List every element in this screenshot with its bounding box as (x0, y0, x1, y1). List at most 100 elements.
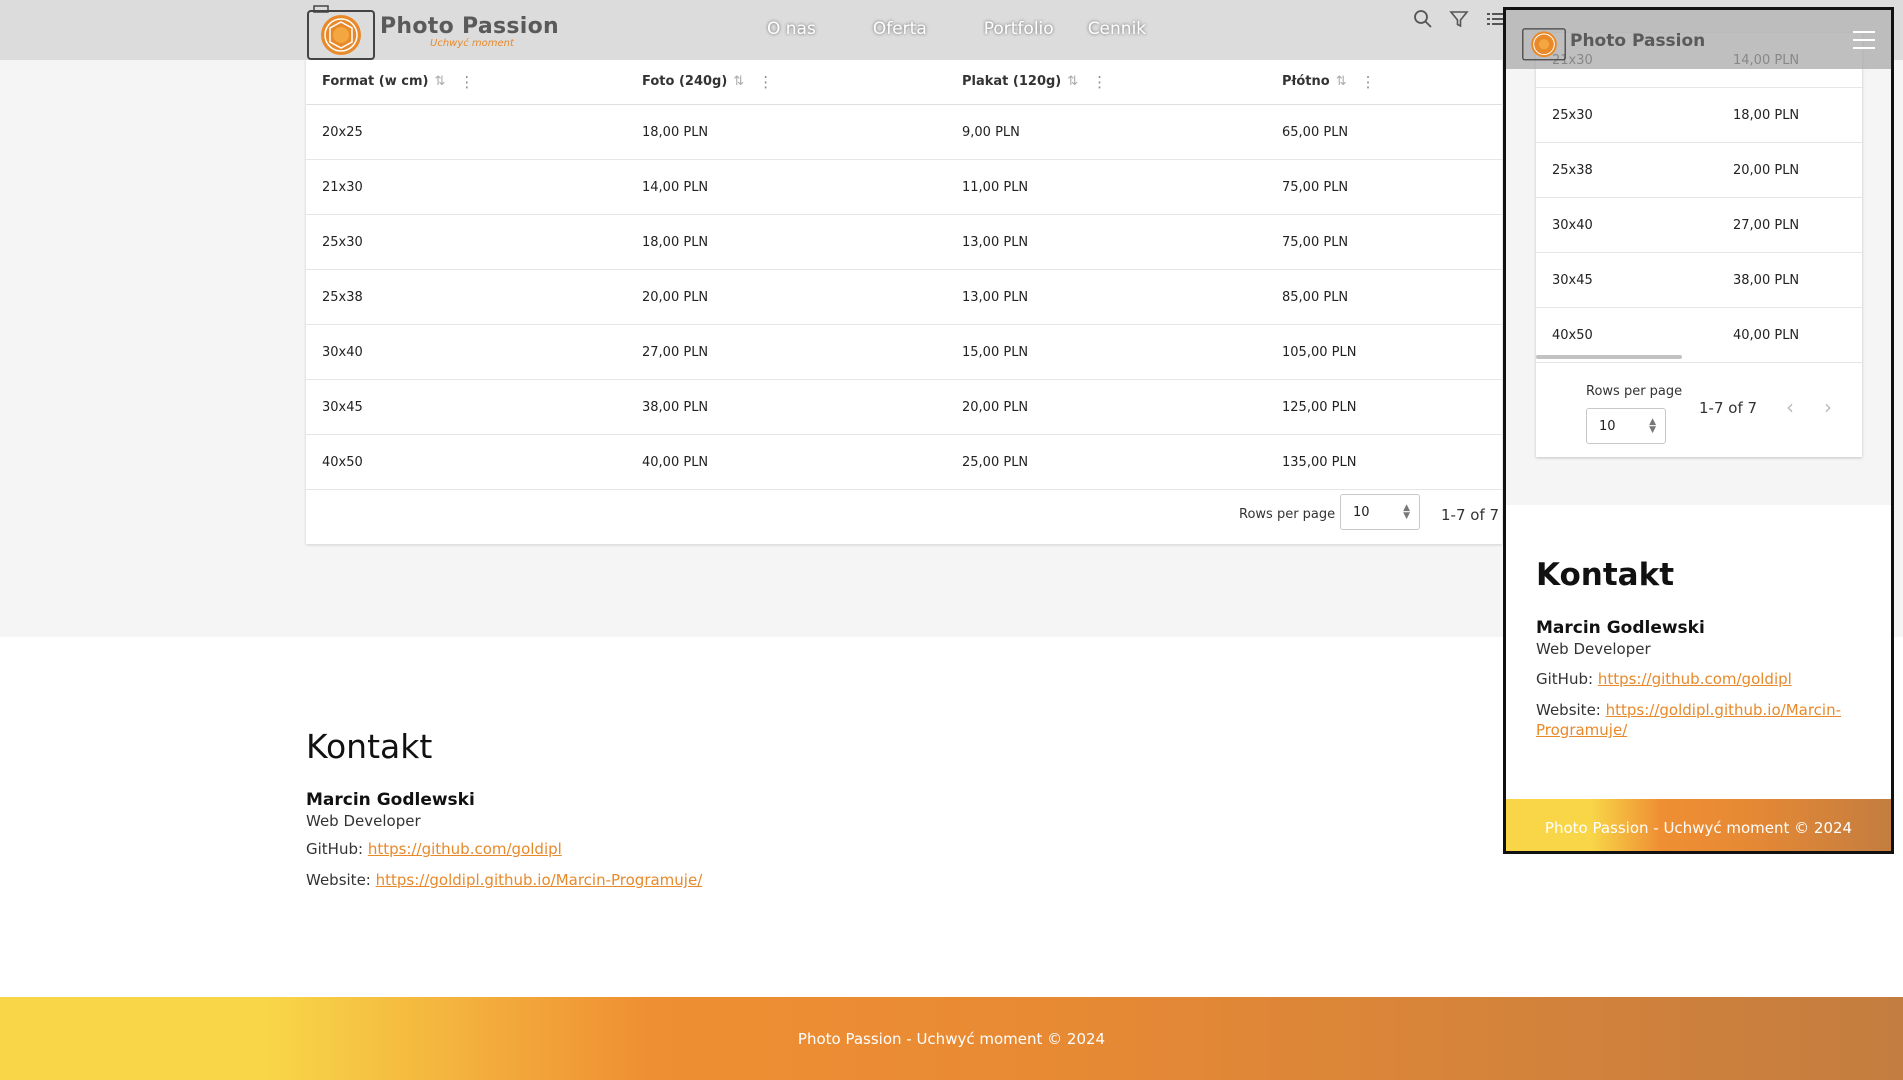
rows-per-page-select[interactable]: 10 ▲ ▼ (1586, 408, 1666, 444)
cell-plotno: 135,00 PLN (1282, 455, 1357, 470)
github-label: GitHub: (306, 840, 364, 858)
cell-plotno: 75,00 PLN (1282, 235, 1349, 250)
cell-format: 25x30 (322, 235, 363, 250)
cell-plotno: 65,00 PLN (1282, 125, 1349, 140)
rows-per-page-select[interactable]: 10 ▲ ▼ (1340, 494, 1420, 530)
cell-foto: 40,00 PLN (642, 455, 709, 470)
column-label: Foto (240g) (642, 74, 728, 89)
website-link[interactable]: https://goldipl.github.io/Marcin- (1606, 701, 1841, 719)
cell-plakat: 13,00 PLN (962, 235, 1029, 250)
table-toolbar (1412, 8, 1506, 30)
cell-format: 30x45 (1552, 273, 1593, 288)
website-link[interactable]: https://goldipl.github.io/Marcin-Program… (376, 871, 703, 889)
main-nav: O nas Oferta Portfolio Cennik (767, 19, 1146, 39)
table-row[interactable]: 20x25 18,00 PLN 9,00 PLN 65,00 PLN (306, 105, 1502, 160)
cell-foto: 40,00 PLN (1733, 328, 1800, 343)
github-link[interactable]: https://github.com/goldipl (368, 840, 562, 858)
nav-link-portfolio[interactable]: Portfolio (984, 19, 1054, 39)
table-row[interactable]: 30x45 38,00 PLN 20,00 PLN 125,00 PLN (306, 380, 1502, 435)
cell-foto: 38,00 PLN (1733, 273, 1800, 288)
nav-link-o-nas[interactable]: O nas (767, 19, 816, 39)
contact-website: Website: https://goldipl.github.io/Marci… (306, 871, 702, 889)
cell-format: 30x40 (1552, 218, 1593, 233)
table-header: Format (w cm) ⇅ ⋮ Foto (240g) ⇅ ⋮ Plakat… (306, 58, 1502, 105)
cell-format: 40x50 (322, 455, 363, 470)
column-menu-icon[interactable]: ⋮ (1361, 73, 1376, 91)
contact-role: Web Developer (306, 812, 421, 830)
cell-format: 25x38 (1552, 163, 1593, 178)
mobile-preview: 21x30 14,00 PLN 25x30 18,00 PLN 25x38 20… (1503, 7, 1894, 854)
brand-title: Photo Passion (1570, 31, 1706, 51)
column-label: Format (w cm) (322, 74, 429, 89)
price-table: Format (w cm) ⇅ ⋮ Foto (240g) ⇅ ⋮ Plakat… (306, 58, 1502, 544)
nav-link-cennik[interactable]: Cennik (1088, 19, 1146, 39)
website-label: Website: (306, 871, 371, 889)
hamburger-menu-icon[interactable] (1853, 31, 1875, 55)
horizontal-scrollbar[interactable] (1536, 355, 1682, 359)
sort-icon[interactable]: ⇅ (1336, 74, 1347, 89)
cell-foto: 20,00 PLN (1733, 163, 1800, 178)
contact-title: Kontakt (1536, 557, 1675, 593)
cell-foto: 14,00 PLN (642, 180, 709, 195)
page-info: 1-7 of 7 (1699, 399, 1758, 417)
search-icon[interactable] (1412, 8, 1434, 30)
table-row[interactable]: 40x50 40,00 PLN 25,00 PLN 135,00 PLN (306, 435, 1502, 490)
table-row[interactable]: 30x40 27,00 PLN (1536, 198, 1862, 253)
mobile-footer: Photo Passion - Uchwyć moment © 2024 (1506, 799, 1891, 851)
cell-foto: 18,00 PLN (642, 235, 709, 250)
table-row[interactable]: 25x38 20,00 PLN (1536, 143, 1862, 198)
rows-per-page-label: Rows per page (1586, 384, 1683, 399)
website-link-continued[interactable]: Programuje/ (1536, 721, 1627, 739)
column-menu-icon[interactable]: ⋮ (758, 73, 773, 91)
nav-link-oferta[interactable]: Oferta (873, 19, 927, 39)
chevron-left-icon[interactable]: ‹ (1786, 395, 1794, 419)
sort-icon[interactable]: ⇅ (434, 74, 445, 89)
github-label: GitHub: (1536, 670, 1594, 688)
table-row[interactable]: 21x30 14,00 PLN 11,00 PLN 75,00 PLN (306, 160, 1502, 215)
table-row[interactable]: 25x30 18,00 PLN 13,00 PLN 75,00 PLN (306, 215, 1502, 270)
logo[interactable]: Photo Passion (1520, 25, 1705, 61)
rows-per-page-label: Rows per page (1239, 507, 1336, 522)
footer-text: Photo Passion - Uchwyć moment © 2024 (1544, 819, 1853, 837)
cell-plakat: 11,00 PLN (962, 180, 1029, 195)
contact-name: Marcin Godlewski (1536, 618, 1705, 638)
cell-format: 30x40 (322, 345, 363, 360)
select-arrows-icon: ▲ ▼ (1649, 417, 1656, 435)
column-label: Plakat (120g) (962, 74, 1062, 89)
contact-title: Kontakt (306, 727, 433, 766)
footer-text: Photo Passion - Uchwyć moment © 2024 (797, 1029, 1106, 1048)
filter-icon[interactable] (1448, 8, 1470, 30)
cell-foto: 38,00 PLN (642, 400, 709, 415)
cell-plakat: 25,00 PLN (962, 455, 1029, 470)
column-header-foto[interactable]: Foto (240g) ⇅ ⋮ (642, 58, 773, 105)
camera-logo-icon (1522, 28, 1566, 61)
cell-plotno: 125,00 PLN (1282, 400, 1357, 415)
cell-foto: 27,00 PLN (1733, 218, 1800, 233)
cell-foto: 18,00 PLN (1733, 108, 1800, 123)
mobile-contact-section: Kontakt Marcin Godlewski Web Developer G… (1506, 505, 1891, 799)
mobile-price-table: 21x30 14,00 PLN 25x30 18,00 PLN 25x38 20… (1536, 33, 1862, 457)
cell-format: 25x38 (322, 290, 363, 305)
table-row[interactable]: 30x45 38,00 PLN (1536, 253, 1862, 308)
cell-format: 21x30 (322, 180, 363, 195)
column-menu-icon[interactable]: ⋮ (459, 73, 474, 91)
cell-foto: 20,00 PLN (642, 290, 709, 305)
cell-foto: 18,00 PLN (642, 125, 709, 140)
table-row[interactable]: 25x30 18,00 PLN (1536, 88, 1862, 143)
cell-format: 30x45 (322, 400, 363, 415)
column-header-plotno[interactable]: Płótno ⇅ ⋮ (1282, 58, 1376, 105)
column-menu-icon[interactable]: ⋮ (1092, 73, 1107, 91)
sort-icon[interactable]: ⇅ (1067, 74, 1078, 89)
cell-plotno: 105,00 PLN (1282, 345, 1357, 360)
github-link[interactable]: https://github.com/goldipl (1598, 670, 1792, 688)
brand-tagline: Uchwyć moment (430, 38, 514, 49)
logo[interactable]: Photo Passion Uchwyć moment (306, 5, 559, 61)
table-row[interactable]: 25x38 20,00 PLN 13,00 PLN 85,00 PLN (306, 270, 1502, 325)
table-row[interactable]: 30x40 27,00 PLN 15,00 PLN 105,00 PLN (306, 325, 1502, 380)
column-header-format[interactable]: Format (w cm) ⇅ ⋮ (322, 58, 474, 105)
column-header-plakat[interactable]: Plakat (120g) ⇅ ⋮ (962, 58, 1107, 105)
cell-plotno: 75,00 PLN (1282, 180, 1349, 195)
chevron-right-icon[interactable]: › (1824, 395, 1832, 419)
select-arrows-icon: ▲ ▼ (1403, 503, 1410, 521)
sort-icon[interactable]: ⇅ (733, 74, 744, 89)
